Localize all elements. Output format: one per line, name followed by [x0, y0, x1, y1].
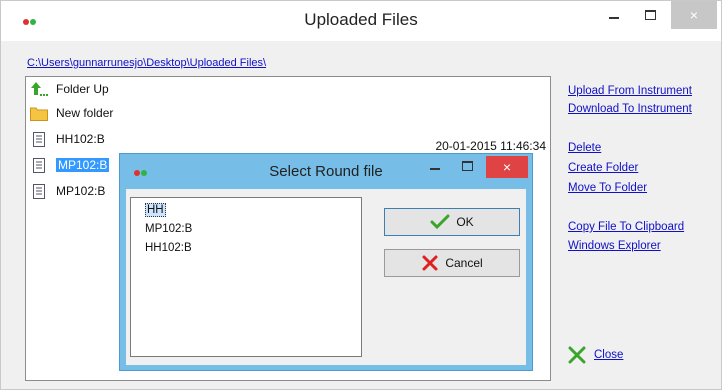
list-item-file-selected[interactable]: MP102:B [30, 155, 110, 175]
folder-icon [30, 104, 48, 122]
list-item-new-folder[interactable]: New folder [30, 103, 113, 123]
create-folder-link[interactable]: Create Folder [568, 162, 638, 174]
copy-clipboard-link[interactable]: Copy File To Clipboard [568, 221, 684, 233]
current-path-link[interactable]: C:\Users\gunnarrunesjo\Desktop\Uploaded … [27, 57, 266, 69]
close-label: Close [594, 349, 624, 361]
main-window: Uploaded Files × C:\Users\gunnarrunesjo\… [0, 0, 722, 390]
cancel-label: Cancel [445, 256, 483, 270]
ok-button[interactable]: OK [384, 208, 520, 236]
file-name: MP102:B [56, 158, 110, 172]
dialog-close-button[interactable]: × [486, 156, 528, 178]
maximize-icon [461, 161, 473, 171]
file-icon [30, 182, 48, 200]
list-item[interactable]: MP102:B [145, 223, 192, 235]
list-item-selected[interactable]: HH [145, 203, 166, 217]
close-action[interactable]: Close [568, 346, 623, 364]
delete-link[interactable]: Delete [568, 142, 601, 154]
move-folder-link[interactable]: Move To Folder [568, 182, 647, 194]
folder-up-icon [30, 80, 48, 98]
list-item[interactable]: HH102:B [145, 242, 192, 254]
close-x-icon [568, 346, 586, 364]
dialog-maximize-button[interactable] [454, 154, 480, 178]
cancel-x-icon [422, 255, 438, 271]
minimize-icon [430, 168, 440, 170]
minimize-icon [609, 17, 619, 19]
ok-label: OK [456, 215, 474, 229]
file-date: 20-01-2015 11:46:34 [435, 139, 546, 153]
maximize-icon [644, 10, 656, 20]
windows-explorer-link[interactable]: Windows Explorer [568, 240, 661, 252]
round-file-list[interactable]: HH MP102:B HH102:B [130, 197, 362, 357]
upload-link[interactable]: Upload From Instrument [568, 85, 692, 97]
list-item-file[interactable]: MP102:B [30, 181, 105, 201]
file-name: HH102:B [56, 132, 105, 146]
maximize-button[interactable] [635, 1, 665, 29]
close-window-button[interactable]: × [671, 1, 717, 29]
download-link[interactable]: Download To Instrument [568, 103, 692, 115]
close-icon: × [689, 7, 699, 23]
file-icon [30, 130, 48, 148]
title-bar: Uploaded Files × [1, 1, 721, 41]
file-name: MP102:B [56, 184, 106, 198]
close-icon: × [502, 159, 512, 175]
file-name: Folder Up [56, 82, 109, 96]
cancel-button[interactable]: Cancel [384, 249, 520, 277]
check-icon [430, 214, 450, 230]
minimize-button[interactable] [599, 1, 629, 29]
file-name: New folder [56, 106, 114, 120]
list-item-file[interactable]: HH102:B [30, 129, 105, 149]
list-item-folder-up[interactable]: Folder Up [30, 79, 109, 99]
dialog-body: HH MP102:B HH102:B OK Cancel [126, 189, 526, 365]
select-round-dialog: Select Round file × HH MP102:B HH102:B O… [119, 153, 533, 371]
dialog-minimize-button[interactable] [422, 154, 448, 178]
file-icon [30, 156, 48, 174]
